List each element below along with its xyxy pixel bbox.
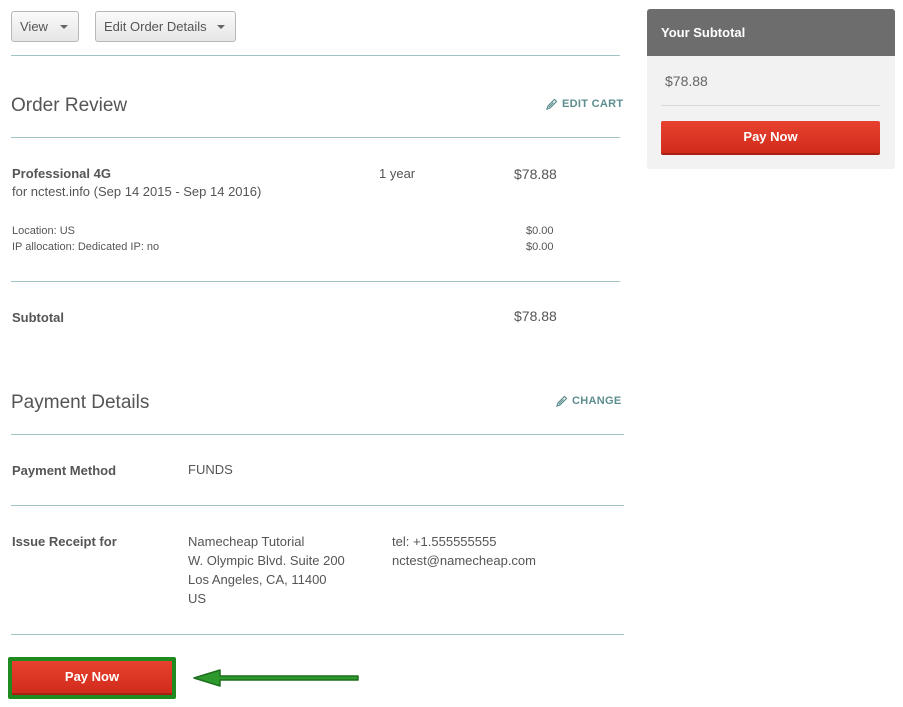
item-detail: for nctest.info (Sep 14 2015 - Sep 14 20…	[12, 184, 262, 199]
edit-cart-link[interactable]: EDIT CART	[546, 98, 623, 110]
edit-order-details-label: Edit Order Details	[104, 19, 207, 34]
contact-email: nctest@namecheap.com	[392, 553, 536, 568]
pencil-icon	[546, 98, 558, 110]
item-name: Professional 4G	[12, 166, 111, 181]
receipt-address: Namecheap Tutorial W. Olympic Blvd. Suit…	[188, 532, 345, 608]
edit-order-details-dropdown[interactable]: Edit Order Details	[95, 11, 236, 42]
item-term: 1 year	[379, 166, 416, 181]
pay-now-button[interactable]: Pay Now	[12, 661, 172, 695]
sidebar-pay-now-button[interactable]: Pay Now	[661, 121, 880, 155]
subtotal-value: $78.88	[514, 308, 557, 324]
view-dropdown[interactable]: View	[11, 11, 79, 42]
address-line: Namecheap Tutorial	[188, 534, 305, 549]
address-line: W. Olympic Blvd. Suite 200	[188, 553, 345, 568]
address-line: Los Angeles, CA, 11400	[188, 572, 327, 587]
subtotal-card-title: Your Subtotal	[647, 9, 895, 56]
payment-method-value: FUNDS	[188, 462, 233, 477]
divider	[11, 505, 624, 506]
option-location-label: Location: US	[12, 225, 75, 237]
view-dropdown-label: View	[20, 19, 48, 34]
subtotal-label: Subtotal	[12, 310, 64, 325]
divider	[11, 281, 620, 282]
divider	[11, 137, 620, 138]
issue-receipt-label: Issue Receipt for	[12, 534, 117, 549]
payment-method-label: Payment Method	[12, 463, 117, 478]
pencil-icon	[556, 395, 568, 407]
address-line: US	[188, 591, 207, 606]
change-link[interactable]: CHANGE	[556, 395, 621, 407]
order-review-title: Order Review	[11, 95, 128, 116]
change-label: CHANGE	[572, 395, 622, 407]
caret-down-icon	[60, 25, 68, 29]
contact-phone: tel: +1.555555555	[392, 534, 497, 549]
option-ip-price: $0.00	[526, 241, 554, 253]
arrow-left-icon	[193, 669, 359, 687]
divider	[11, 55, 620, 56]
receipt-contact: tel: +1.555555555 nctest@namecheap.com	[392, 532, 536, 570]
divider	[661, 105, 880, 106]
divider	[11, 634, 624, 635]
divider	[11, 434, 624, 435]
payment-details-title: Payment Details	[11, 392, 150, 413]
option-location-price: $0.00	[526, 225, 554, 237]
subtotal-card: Your Subtotal $78.88 Pay Now	[647, 9, 895, 169]
option-ip-label: IP allocation: Dedicated IP: no	[12, 241, 160, 253]
caret-down-icon	[217, 25, 225, 29]
edit-cart-label: EDIT CART	[562, 98, 624, 110]
subtotal-card-amount: $78.88	[665, 73, 708, 89]
item-price: $78.88	[514, 166, 557, 182]
